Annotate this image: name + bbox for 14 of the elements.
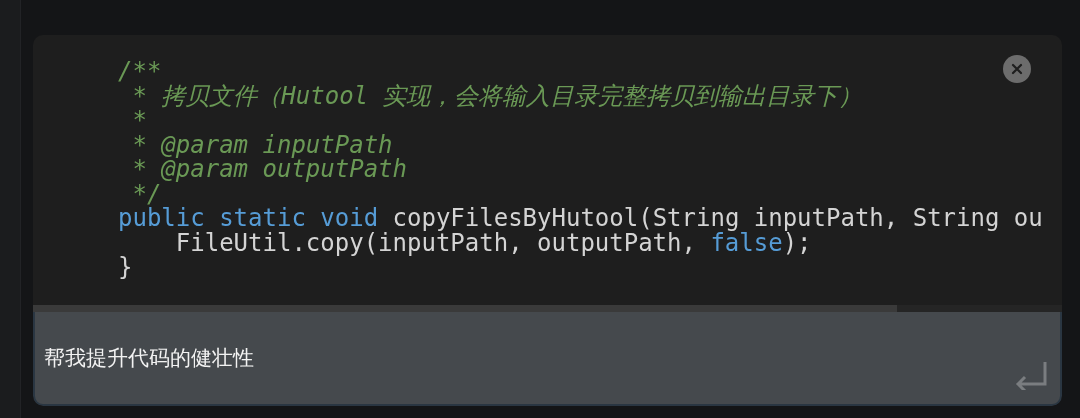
close-icon (1011, 63, 1023, 75)
code-line: * (131, 108, 147, 133)
code-line: public static void copyFilesByHutool(String inputPath, String ou (118, 206, 1043, 231)
code-line: } (118, 255, 133, 280)
code-line: */ (132, 181, 162, 206)
enter-icon[interactable] (1014, 360, 1048, 390)
code-line: /** (118, 59, 162, 84)
code-line: * @param inputPath (131, 132, 393, 157)
code-line: FileUtil.copy(inputPath, outputPath, false); (175, 230, 812, 255)
scrollbar-thumb[interactable] (33, 305, 897, 312)
prompt-field[interactable]: 帮我提升代码的健壮性 (33, 312, 1062, 406)
close-button[interactable] (1003, 55, 1031, 83)
code-line: * 拷贝文件（Hutool 实现，会将输入目录完整拷贝到输出目录下） (132, 83, 863, 108)
code-line: * @param outputPath (131, 157, 407, 182)
